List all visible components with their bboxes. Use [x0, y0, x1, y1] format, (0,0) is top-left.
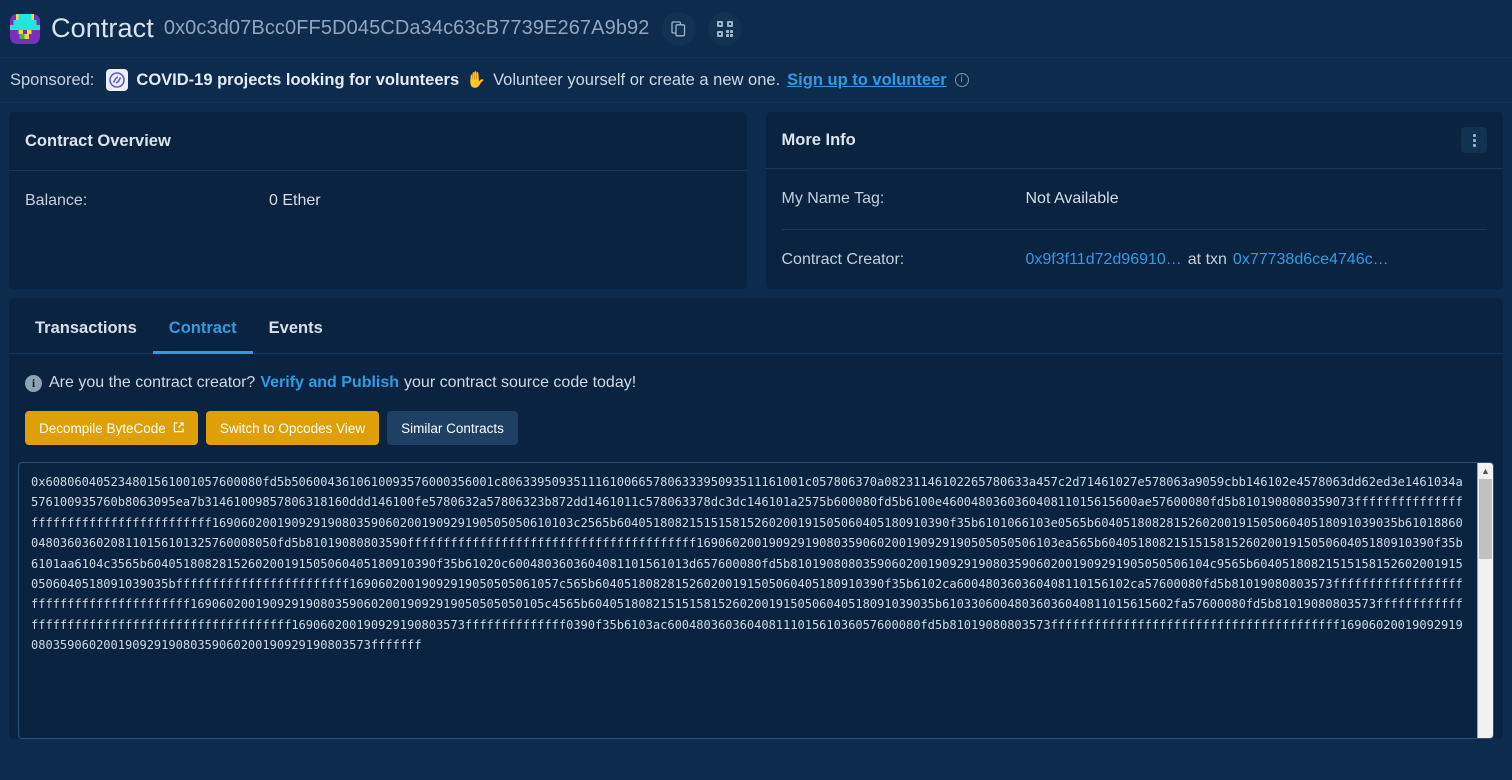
- balance-row: Balance: 0 Ether: [25, 171, 731, 231]
- action-buttons-row: Decompile ByteCode Switch to Opcodes Vie…: [9, 392, 1503, 445]
- tab-contract[interactable]: Contract: [153, 319, 253, 354]
- sign-up-to-volunteer-link[interactable]: Sign up to volunteer: [787, 71, 947, 90]
- verify-prefix-text: Are you the contract creator?: [49, 374, 255, 392]
- page-title: Contract: [51, 13, 154, 44]
- similar-contracts-button[interactable]: Similar Contracts: [387, 411, 518, 445]
- scrollbar-thumb[interactable]: [1479, 479, 1492, 559]
- external-link-icon: [173, 421, 184, 436]
- contract-address: 0x0c3d07Bcc0FF5D045CDa34c63cB7739E267A9b…: [164, 17, 650, 40]
- sponsored-banner: Sponsored: COVID-19 projects looking for…: [0, 57, 1512, 103]
- contract-panel: Transactions Contract Events i Are you t…: [9, 298, 1503, 739]
- scroll-up-arrow-icon[interactable]: ▲: [1478, 465, 1493, 477]
- contract-overview-header: Contract Overview: [9, 112, 747, 171]
- info-icon: i: [25, 375, 42, 392]
- name-tag-row: My Name Tag: Not Available: [782, 169, 1488, 229]
- name-tag-label: My Name Tag:: [782, 190, 1026, 208]
- verify-and-publish-link[interactable]: Verify and Publish: [260, 374, 399, 392]
- tab-bar: Transactions Contract Events: [9, 298, 1503, 354]
- balance-label: Balance:: [25, 192, 269, 210]
- verify-suffix-text: your contract source code today!: [404, 374, 636, 392]
- more-info-header: More Info: [766, 112, 1504, 169]
- switch-to-opcodes-view-button[interactable]: Switch to Opcodes View: [206, 411, 379, 445]
- at-txn-label: at txn: [1188, 251, 1227, 268]
- sponsored-label: Sponsored:: [10, 71, 94, 90]
- decompile-bytecode-button[interactable]: Decompile ByteCode: [25, 411, 198, 445]
- contract-overview-card: Contract Overview Balance: 0 Ether: [9, 112, 747, 289]
- more-info-title: More Info: [782, 131, 856, 150]
- tab-transactions[interactable]: Transactions: [19, 319, 153, 354]
- bytecode-container: 0x608060405234801561001057600080fd5b5060…: [18, 462, 1494, 739]
- sponsor-body-text: Volunteer yourself or create a new one.: [493, 71, 780, 90]
- sponsor-headline: COVID-19 projects looking for volunteers: [136, 71, 459, 90]
- kebab-menu-icon[interactable]: [1461, 127, 1487, 153]
- verify-notice: i Are you the contract creator? Verify a…: [9, 354, 1503, 392]
- qr-code-icon: [717, 21, 733, 37]
- tab-events[interactable]: Events: [253, 319, 339, 354]
- waving-hand-icon: ✋: [466, 70, 486, 90]
- more-info-card: More Info My Name Tag: Not Available Con…: [766, 112, 1504, 289]
- creator-address-link[interactable]: 0x9f3f11d72d96910…: [1026, 251, 1182, 268]
- sponsor-logo-icon: [106, 69, 128, 91]
- contract-overview-body: Balance: 0 Ether: [9, 171, 747, 231]
- qr-code-button[interactable]: [708, 12, 742, 46]
- summary-cards-row: Contract Overview Balance: 0 Ether More …: [0, 103, 1512, 289]
- contract-creator-value: 0x9f3f11d72d96910… at txn 0x77738d6ce4746c…: [1026, 251, 1389, 269]
- more-info-body: My Name Tag: Not Available Contract Crea…: [766, 169, 1504, 289]
- bytecode-text[interactable]: 0x608060405234801561001057600080fd5b5060…: [19, 463, 1477, 738]
- contract-creator-label: Contract Creator:: [782, 251, 1026, 269]
- creator-txn-link[interactable]: 0x77738d6ce4746c…: [1233, 251, 1389, 268]
- bytecode-scrollbar[interactable]: ▲: [1477, 463, 1493, 738]
- decompile-bytecode-label: Decompile ByteCode: [39, 421, 166, 436]
- balance-value: 0 Ether: [269, 192, 321, 210]
- contract-overview-title: Contract Overview: [25, 132, 171, 151]
- sponsor-info-icon[interactable]: i: [955, 73, 969, 87]
- page-header: Contract 0x0c3d07Bcc0FF5D045CDa34c63cB77…: [0, 0, 1512, 57]
- copy-icon: [671, 21, 686, 37]
- name-tag-value: Not Available: [1026, 190, 1119, 208]
- copy-address-button[interactable]: [662, 12, 696, 46]
- contract-creator-row: Contract Creator: 0x9f3f11d72d96910… at t…: [782, 229, 1488, 289]
- contract-identicon: [10, 14, 40, 44]
